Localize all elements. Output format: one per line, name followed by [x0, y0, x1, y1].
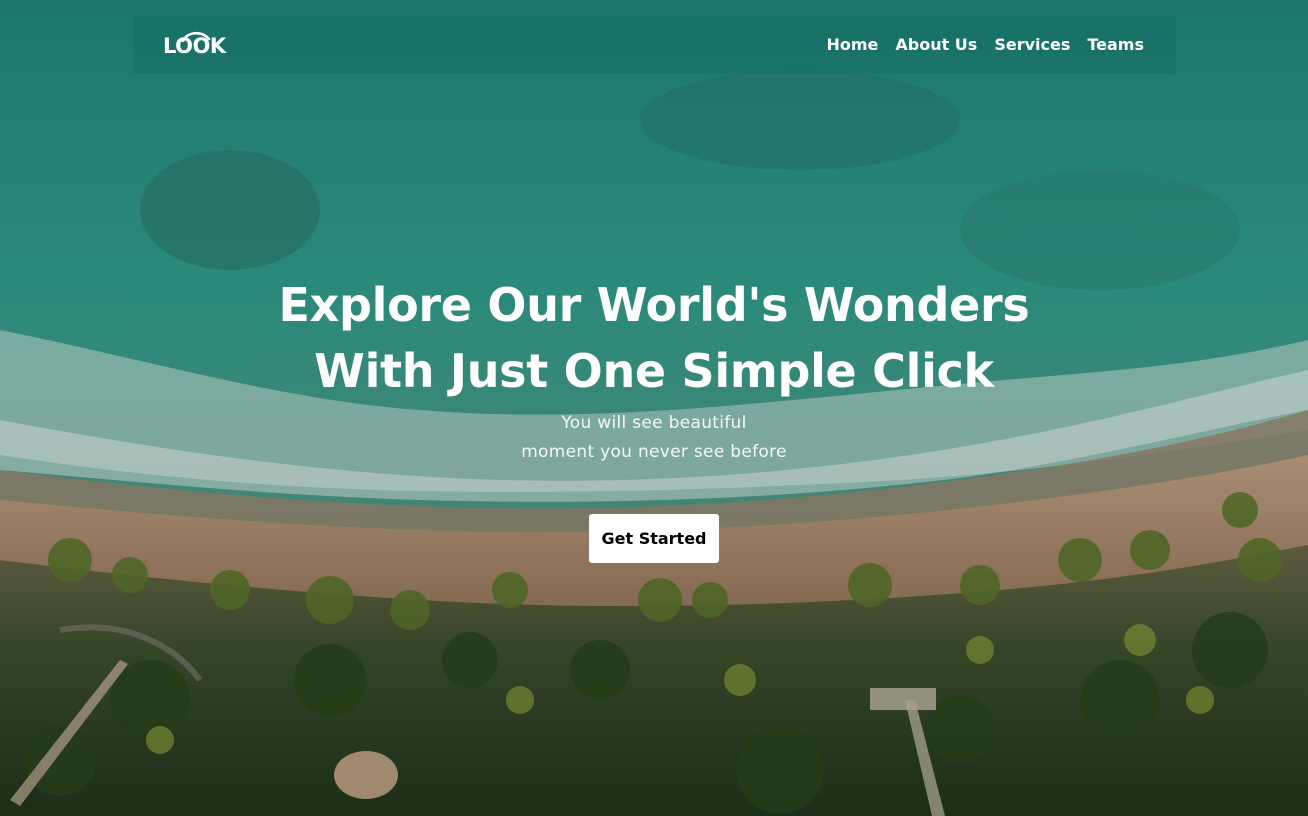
- nav-item-home[interactable]: Home: [826, 35, 878, 54]
- background-overlay: [0, 0, 1308, 816]
- logo-text: LOOK: [163, 34, 226, 58]
- hero-headline: Explore Our World's Wonders With Just On…: [0, 272, 1308, 404]
- hero-headline-line-1: Explore Our World's Wonders: [278, 278, 1030, 332]
- nav-item-services[interactable]: Services: [994, 35, 1070, 54]
- get-started-button[interactable]: Get Started: [589, 514, 719, 563]
- hero-subtitle-line-1: You will see beautiful: [561, 413, 747, 433]
- brand-logo[interactable]: LOOK: [163, 30, 226, 60]
- hero-headline-line-2: With Just One Simple Click: [314, 344, 994, 398]
- main-nav: Home About Us Services Teams: [826, 35, 1144, 54]
- nav-item-teams[interactable]: Teams: [1087, 35, 1144, 54]
- hero-section: LOOK Home About Us Services Teams Explor…: [0, 0, 1308, 816]
- nav-item-about-us[interactable]: About Us: [895, 35, 977, 54]
- hero-subtitle: You will see beautiful moment you never …: [0, 409, 1308, 467]
- hero-subtitle-line-2: moment you never see before: [521, 442, 787, 462]
